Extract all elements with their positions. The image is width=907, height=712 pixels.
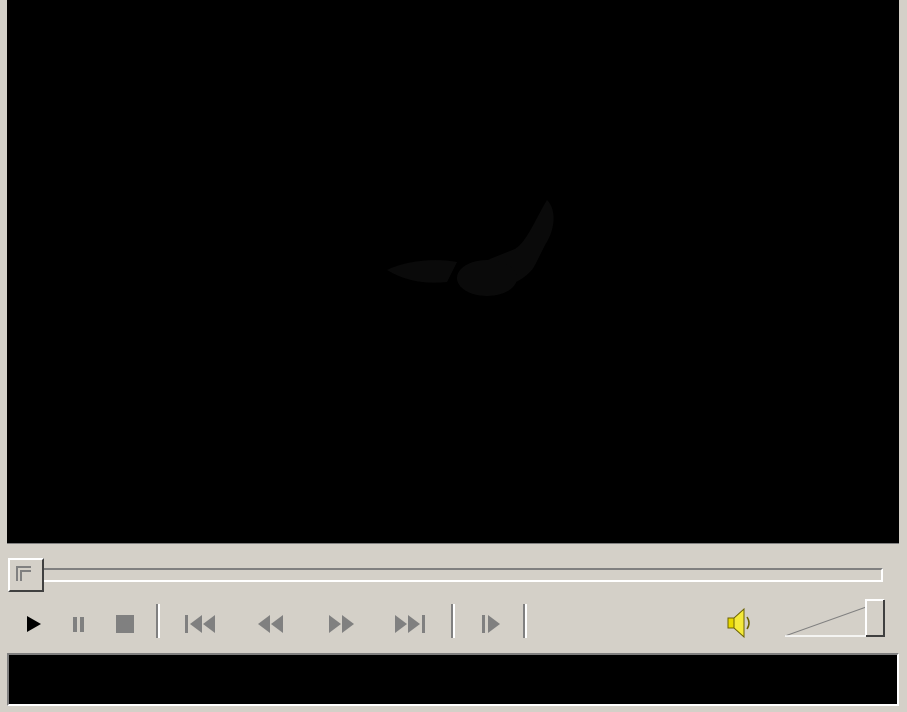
toolbar-separator: [156, 604, 160, 638]
frame-step-icon: [482, 615, 500, 633]
skip-forward-icon: [395, 615, 425, 633]
stop-icon: [116, 615, 134, 633]
step-frame-button[interactable]: [474, 608, 508, 640]
speaker-icon: [727, 607, 750, 639]
toolbar-separator: [451, 604, 455, 638]
status-bar: [7, 653, 899, 706]
stop-button[interactable]: [110, 608, 140, 640]
seek-bar[interactable]: [9, 568, 883, 582]
play-icon: [27, 616, 41, 632]
toolbar-separator: [523, 604, 527, 638]
pause-button[interactable]: [64, 608, 94, 640]
previous-button[interactable]: [178, 608, 222, 640]
fast-forward-icon: [329, 615, 354, 633]
video-display[interactable]: [7, 0, 899, 544]
media-player-window: [0, 0, 907, 712]
faint-logo-watermark: [387, 200, 554, 296]
seek-thumb[interactable]: [8, 558, 44, 592]
seek-thumb-grip-icon: [16, 566, 31, 581]
fast-forward-button[interactable]: [322, 608, 362, 640]
rewind-icon: [258, 615, 283, 633]
next-button[interactable]: [388, 608, 432, 640]
skip-back-icon: [185, 615, 215, 633]
volume-thumb[interactable]: [865, 599, 885, 637]
mute-button[interactable]: [722, 604, 758, 642]
volume-slider[interactable]: [783, 598, 887, 640]
pause-icon: [73, 617, 84, 632]
play-button[interactable]: [18, 608, 48, 640]
rewind-button[interactable]: [250, 608, 290, 640]
